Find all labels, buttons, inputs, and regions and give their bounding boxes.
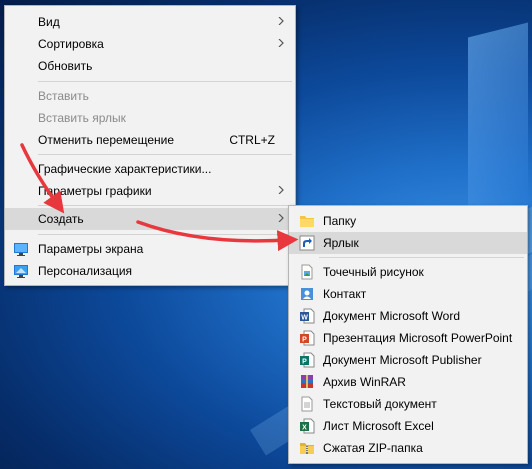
svg-text:X: X (302, 425, 307, 432)
submenu-item-winrar-archive[interactable]: Архив WinRAR (289, 371, 527, 393)
menu-item-refresh[interactable]: Обновить (5, 55, 295, 77)
menu-item-label: Параметры экрана (38, 242, 144, 256)
menu-item-sort[interactable]: Сортировка (5, 33, 295, 55)
menu-item-label: Отменить перемещение (38, 133, 175, 147)
chevron-right-icon (278, 214, 284, 222)
menu-item-display-settings[interactable]: Параметры экрана (5, 238, 295, 260)
folder-icon (299, 213, 315, 229)
menu-item-label: Лист Microsoft Excel (323, 419, 434, 433)
menu-item-label: Контакт (323, 287, 367, 301)
submenu-item-contact[interactable]: Контакт (289, 283, 527, 305)
contact-icon (299, 286, 315, 302)
menu-item-label: Сжатая ZIP-папка (323, 441, 423, 455)
menu-item-label: Документ Microsoft Publisher (323, 353, 482, 367)
submenu-item-bitmap[interactable]: Точечный рисунок (289, 261, 527, 283)
svg-text:P: P (302, 337, 307, 344)
submenu-item-word-document[interactable]: W Документ Microsoft Word (289, 305, 527, 327)
menu-item-view[interactable]: Вид (5, 11, 295, 33)
menu-item-label: Графические характеристики... (38, 162, 212, 176)
menu-item-graphics-properties[interactable]: Графические характеристики... (5, 158, 295, 180)
chevron-right-icon (278, 186, 284, 194)
menu-item-paste-shortcut[interactable]: Вставить ярлык (5, 107, 295, 129)
bitmap-icon (299, 264, 315, 280)
menu-item-label: Документ Microsoft Word (323, 309, 461, 323)
personalization-icon (13, 263, 29, 279)
menu-separator (38, 81, 292, 82)
powerpoint-icon: P (299, 330, 315, 346)
menu-separator (38, 234, 292, 235)
menu-item-create[interactable]: Создать (5, 208, 295, 230)
menu-item-label: Параметры графики (38, 184, 152, 198)
shortcut-icon (299, 235, 315, 251)
submenu-item-publisher-document[interactable]: P Документ Microsoft Publisher (289, 349, 527, 371)
publisher-icon: P (299, 352, 315, 368)
excel-icon: X (299, 418, 315, 434)
zip-folder-icon (299, 440, 315, 456)
menu-item-label: Папку (323, 214, 357, 228)
menu-item-label: Ярлык (323, 236, 359, 250)
menu-separator (319, 257, 524, 258)
menu-item-label: Вид (38, 15, 60, 29)
submenu-item-text-document[interactable]: Текстовый документ (289, 393, 527, 415)
submenu-item-folder[interactable]: Папку (289, 210, 527, 232)
menu-item-personalization[interactable]: Персонализация (5, 260, 295, 282)
submenu-item-powerpoint-presentation[interactable]: P Презентация Microsoft PowerPoint (289, 327, 527, 349)
menu-item-label: Точечный рисунок (323, 265, 424, 279)
menu-item-label: Презентация Microsoft PowerPoint (323, 331, 513, 345)
menu-item-label: Обновить (38, 59, 93, 73)
word-icon: W (299, 308, 315, 324)
menu-separator (38, 205, 292, 206)
submenu-item-shortcut[interactable]: Ярлык (289, 232, 527, 254)
desktop-context-menu: Вид Сортировка Обновить Вставить Вставит… (4, 5, 296, 286)
menu-item-label: Сортировка (38, 37, 104, 51)
menu-item-label: Текстовый документ (323, 397, 437, 411)
text-document-icon (299, 396, 315, 412)
menu-item-paste[interactable]: Вставить (5, 85, 295, 107)
create-submenu: Папку Ярлык Точечный рисунок Контакт W Д… (288, 205, 528, 464)
menu-item-shortcut: CTRL+Z (229, 133, 275, 147)
winrar-icon (299, 374, 315, 390)
chevron-right-icon (278, 39, 284, 47)
menu-item-undo-move[interactable]: Отменить перемещение CTRL+Z (5, 129, 295, 151)
menu-item-label: Архив WinRAR (323, 375, 406, 389)
menu-item-label: Персонализация (38, 264, 133, 278)
menu-separator (38, 154, 292, 155)
svg-text:P: P (302, 359, 307, 366)
menu-item-label: Вставить (38, 89, 89, 103)
submenu-item-excel-sheet[interactable]: X Лист Microsoft Excel (289, 415, 527, 437)
windows-logo-pane (468, 22, 528, 218)
menu-item-label: Создать (38, 212, 84, 226)
svg-text:W: W (301, 315, 308, 322)
chevron-right-icon (278, 17, 284, 25)
submenu-item-zip-folder[interactable]: Сжатая ZIP-папка (289, 437, 527, 459)
menu-item-graphics-options[interactable]: Параметры графики (5, 180, 295, 202)
menu-item-label: Вставить ярлык (38, 111, 126, 125)
display-settings-icon (13, 241, 29, 257)
